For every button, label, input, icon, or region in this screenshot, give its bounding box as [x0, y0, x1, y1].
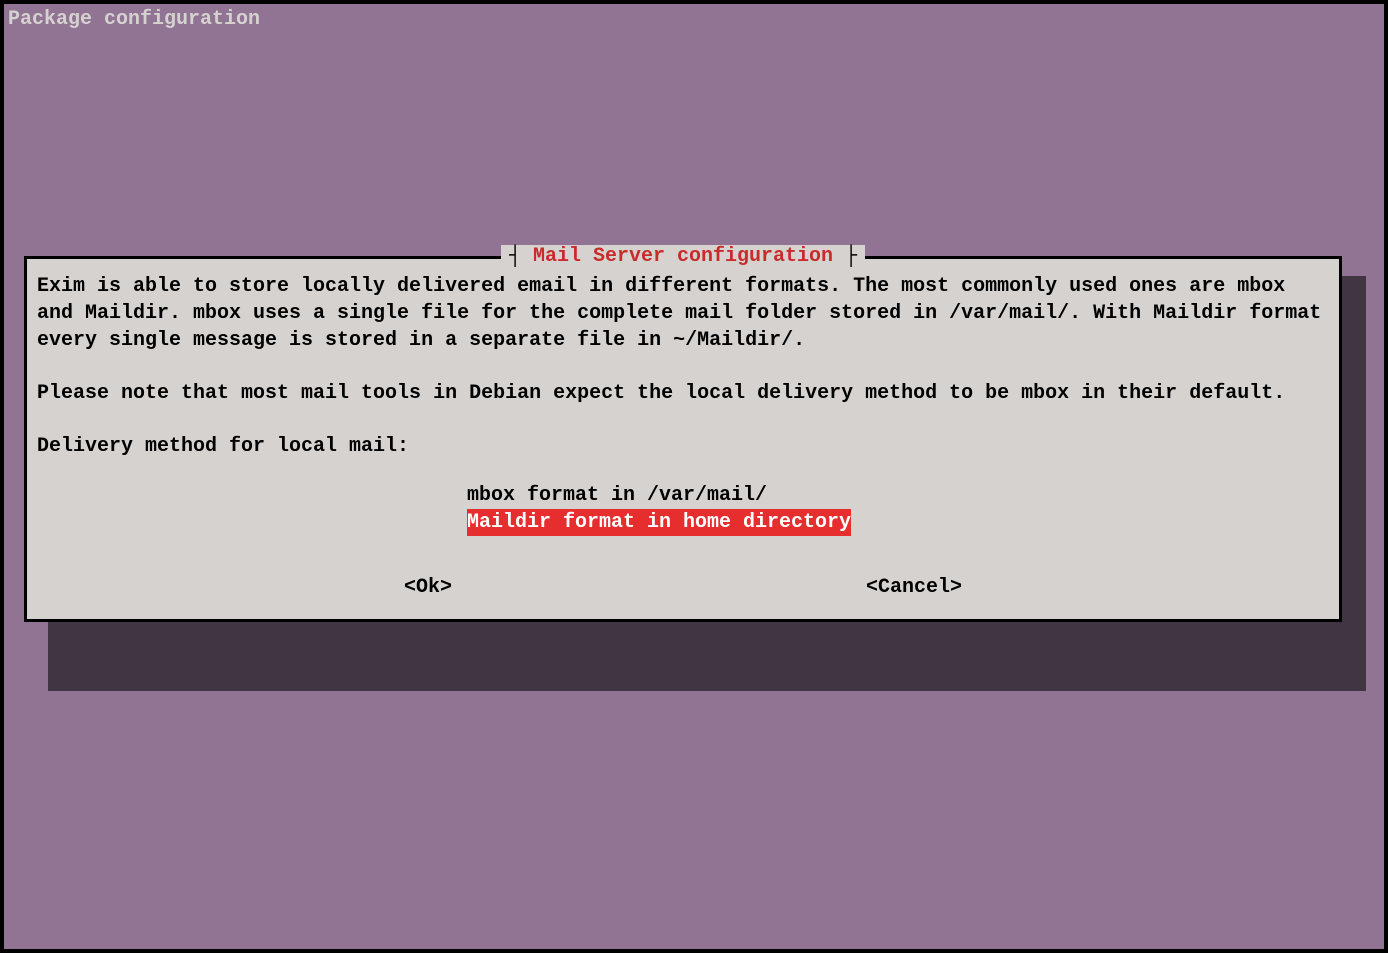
option-maildir[interactable]: Maildir format in home directory [467, 509, 851, 536]
option-mbox[interactable]: mbox format in /var/mail/ [467, 482, 1329, 509]
dialog-buttons: <Ok> <Cancel> [37, 574, 1329, 601]
dialog-body: Exim is able to store locally delivered … [37, 273, 1329, 601]
ok-button[interactable]: <Ok> [404, 574, 452, 601]
dialog-title-wrapper: ┤ Mail Server configuration ├ [27, 245, 1339, 268]
dialog-title-text: Mail Server configuration [533, 245, 833, 268]
config-dialog: ┤ Mail Server configuration ├ Exim is ab… [24, 256, 1342, 622]
page-title: Package configuration [8, 8, 260, 31]
cancel-button[interactable]: <Cancel> [866, 574, 962, 601]
dialog-title: ┤ Mail Server configuration ├ [501, 245, 865, 268]
dialog-paragraph-2: Please note that most mail tools in Debi… [37, 380, 1329, 407]
options-list: mbox format in /var/mail/ Maildir format… [467, 482, 1329, 536]
dialog-prompt: Delivery method for local mail: [37, 433, 1329, 460]
dialog-paragraph-1: Exim is able to store locally delivered … [37, 273, 1329, 354]
